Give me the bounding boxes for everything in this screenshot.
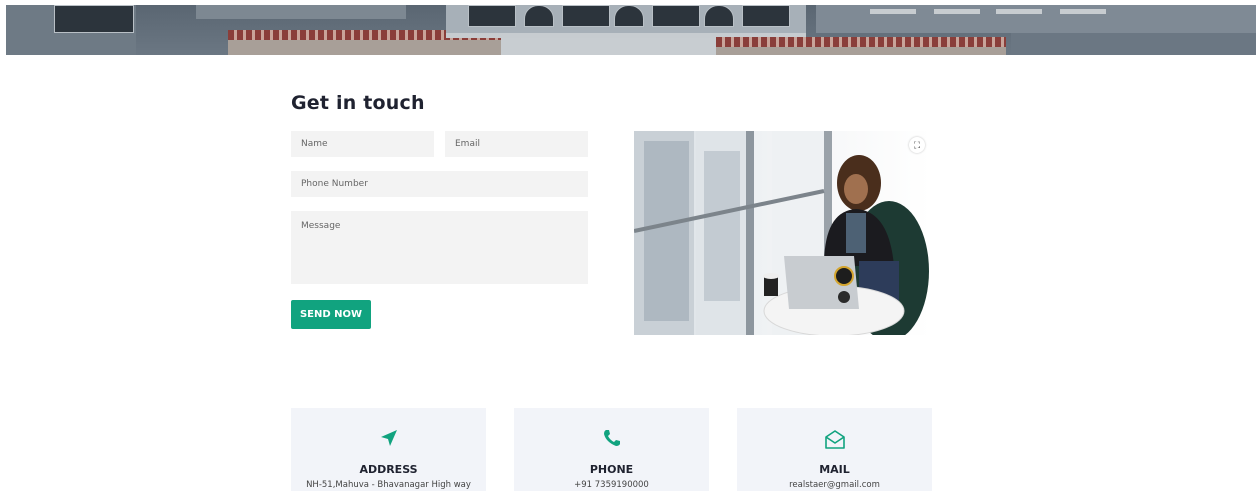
phone-title: PHONE (589, 463, 634, 476)
phone-icon (514, 428, 709, 450)
message-field[interactable] (291, 211, 588, 284)
address-title: ADDRESS (359, 463, 418, 476)
name-field[interactable] (291, 131, 434, 157)
phone-number-field[interactable] (291, 171, 588, 197)
phone-card: PHONE +91 7359190000 (514, 408, 709, 491)
mail-open-icon (737, 428, 932, 450)
contact-title: Get in touch (291, 92, 425, 114)
mail-value: realstaer@gmail.com (789, 480, 880, 490)
expand-image-icon[interactable]: ⛶ (909, 137, 925, 153)
address-value: NH-51,Mahuva - Bhavanagar High way (306, 480, 471, 490)
office-photo: ⛶ (634, 131, 931, 335)
phone-value: +91 7359190000 (574, 480, 649, 490)
mail-card: MAIL realstaer@gmail.com (737, 408, 932, 491)
email-field[interactable] (445, 131, 588, 157)
send-now-button[interactable]: SEND NOW (291, 300, 371, 329)
woman-with-laptop-image (634, 131, 929, 335)
header-banner-image (6, 5, 1256, 55)
mail-title: MAIL (819, 463, 850, 476)
navigation-arrow-icon (291, 428, 486, 450)
address-card: ADDRESS NH-51,Mahuva - Bhavanagar High w… (291, 408, 486, 491)
